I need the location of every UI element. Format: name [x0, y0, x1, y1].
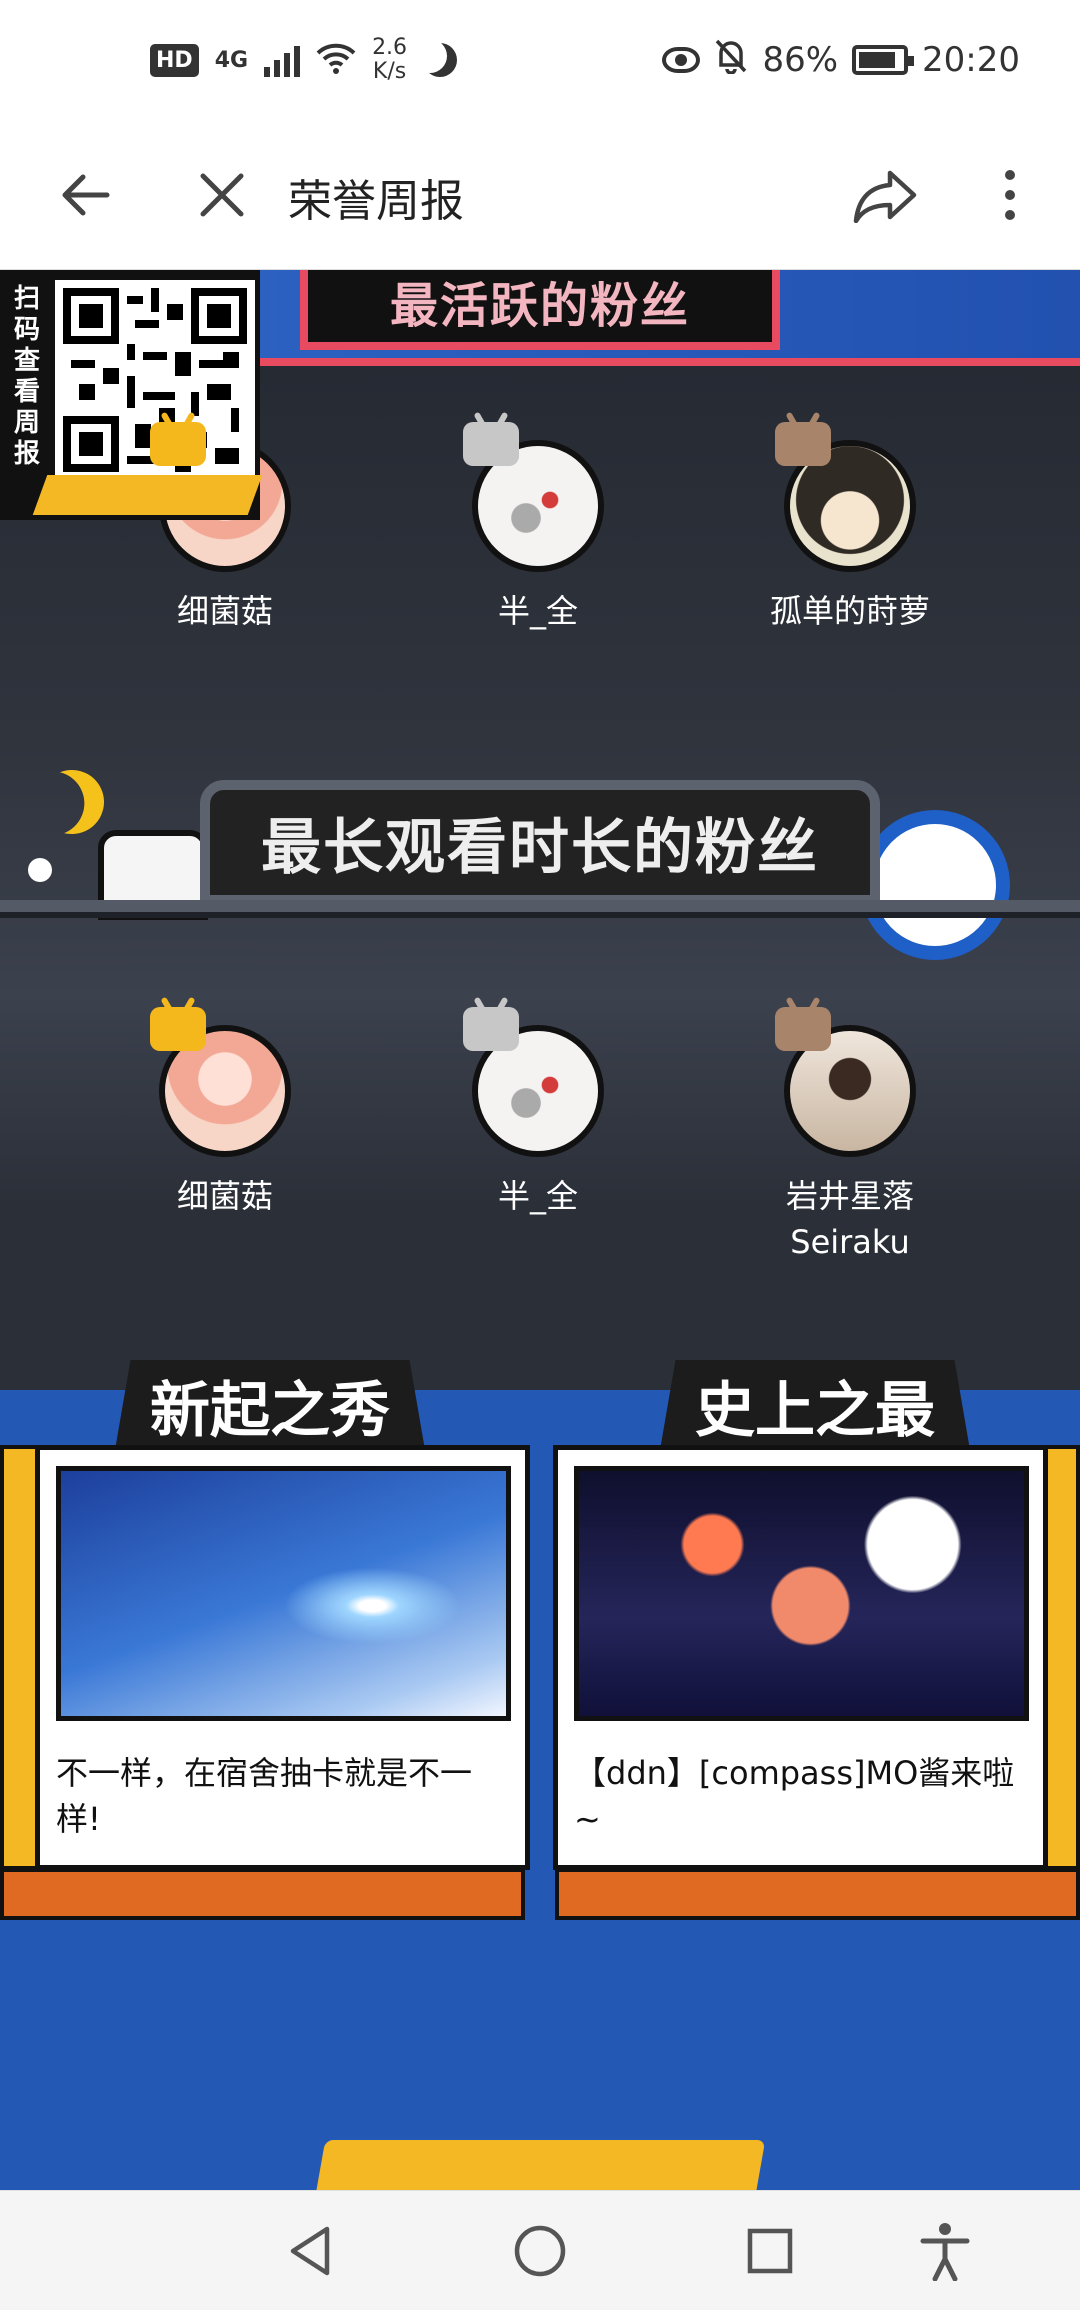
- next-section-peek: [314, 2140, 766, 2190]
- nav-home-icon: [514, 2225, 566, 2277]
- wifi-icon: [316, 41, 356, 79]
- left-card-base: [0, 1868, 525, 1920]
- more-vert-icon: [1005, 170, 1015, 220]
- divider: [0, 900, 1080, 912]
- nav-recents-button[interactable]: [730, 2211, 810, 2291]
- longest-watch-title: 最长观看时长的粉丝: [261, 813, 819, 883]
- share-icon: [853, 170, 917, 223]
- active-fans-title: 最活跃的粉丝: [389, 278, 690, 334]
- silver-crown-icon: [463, 422, 519, 466]
- nav-back-button[interactable]: [270, 2211, 350, 2291]
- video-thumbnail[interactable]: [56, 1466, 511, 1721]
- qr-code-badge[interactable]: 扫码查看周报: [0, 270, 263, 520]
- bell-off-icon: [714, 38, 748, 83]
- fan-name: 细菌菇: [176, 592, 273, 630]
- video-thumbnail[interactable]: [574, 1466, 1029, 1721]
- accessibility-icon: [920, 2223, 970, 2281]
- status-left: HD 4G 2.6 K/s: [150, 30, 457, 90]
- speed-value: 2.6: [372, 35, 408, 60]
- card-heading: 史上之最: [695, 1375, 935, 1446]
- weekly-report-content[interactable]: 最活跃的粉丝 细菌菇 半_全 孤单的莳萝 扫码查看周报 最长观看时长的粉丝 细菌…: [0, 270, 1080, 2190]
- bronze-crown-icon: [775, 422, 831, 466]
- network-speed: 2.6 K/s: [372, 36, 407, 84]
- watch-fan-1[interactable]: 细菌菇: [95, 1007, 355, 1219]
- accessibility-button[interactable]: [905, 2211, 985, 2291]
- system-nav-bar: [0, 2190, 1080, 2310]
- share-button[interactable]: [845, 155, 925, 235]
- status-right: 86% 20:20: [662, 30, 1020, 90]
- divider: [0, 912, 1080, 918]
- clock-time: 20:20: [922, 40, 1020, 80]
- bronze-crown-icon: [775, 1007, 831, 1051]
- more-options-button[interactable]: [970, 155, 1050, 235]
- page-title: 荣誉周报: [288, 176, 464, 227]
- close-button[interactable]: [182, 155, 262, 235]
- network-type: 4G: [214, 47, 249, 73]
- battery-icon: [852, 45, 915, 75]
- qr-decor-stripe: [32, 475, 263, 515]
- fan-name: 半_全: [497, 1177, 578, 1215]
- right-card-base: [555, 1868, 1080, 1920]
- rising-star-card[interactable]: 不一样，在宿舍抽卡就是不一样!: [35, 1445, 530, 1870]
- eye-comfort-icon: [662, 47, 701, 73]
- watch-fan-2[interactable]: 半_全: [408, 1007, 668, 1219]
- qr-label: 扫码查看周报: [13, 284, 40, 469]
- hd-icon: HD: [150, 43, 199, 77]
- fan-name: 细菌菇: [176, 1177, 273, 1215]
- back-button[interactable]: [45, 155, 125, 235]
- star-dot: [28, 858, 52, 882]
- all-time-best-card[interactable]: 【ddn】[compass]MO酱来啦~: [553, 1445, 1048, 1870]
- battery-percent: 86%: [762, 40, 839, 80]
- status-bar: HD 4G 2.6 K/s 86% 20:20: [0, 0, 1080, 125]
- nav-back-icon: [290, 2226, 330, 2276]
- signal-icon: [264, 43, 301, 77]
- all-time-best-heading: 史上之最: [660, 1360, 970, 1450]
- nav-recents-icon: [747, 2228, 793, 2274]
- fan-name: 岩井星落 Seiraku: [785, 1177, 914, 1261]
- watch-fan-3[interactable]: 岩井星落 Seiraku: [720, 1007, 980, 1265]
- do-not-disturb-moon-icon: [423, 43, 457, 77]
- speed-unit: K/s: [372, 59, 407, 84]
- app-bar: 荣誉周报: [0, 125, 1080, 270]
- video-title: 不一样，在宿舍抽卡就是不一样!: [56, 1754, 473, 1838]
- active-fan-2[interactable]: 半_全: [408, 422, 668, 634]
- gold-crown-icon: [150, 1007, 206, 1051]
- back-arrow-icon: [62, 174, 110, 216]
- longest-watch-banner: 最长观看时长的粉丝: [200, 780, 880, 905]
- fan-name: 孤单的莳萝: [769, 592, 930, 630]
- nav-home-button[interactable]: [500, 2211, 580, 2291]
- video-title: 【ddn】[compass]MO酱来啦~: [574, 1754, 1015, 1838]
- card-heading: 新起之秀: [150, 1375, 390, 1446]
- fan-name: 半_全: [497, 592, 578, 630]
- silver-crown-icon: [463, 1007, 519, 1051]
- left-decor: [0, 1445, 40, 1870]
- active-fans-banner: 最活跃的粉丝: [300, 270, 780, 350]
- gold-crown-icon: [150, 422, 206, 466]
- rising-star-heading: 新起之秀: [115, 1360, 425, 1450]
- clock-icon: [860, 810, 1010, 960]
- close-icon: [200, 173, 244, 217]
- active-fan-3[interactable]: 孤单的莳萝: [720, 422, 980, 634]
